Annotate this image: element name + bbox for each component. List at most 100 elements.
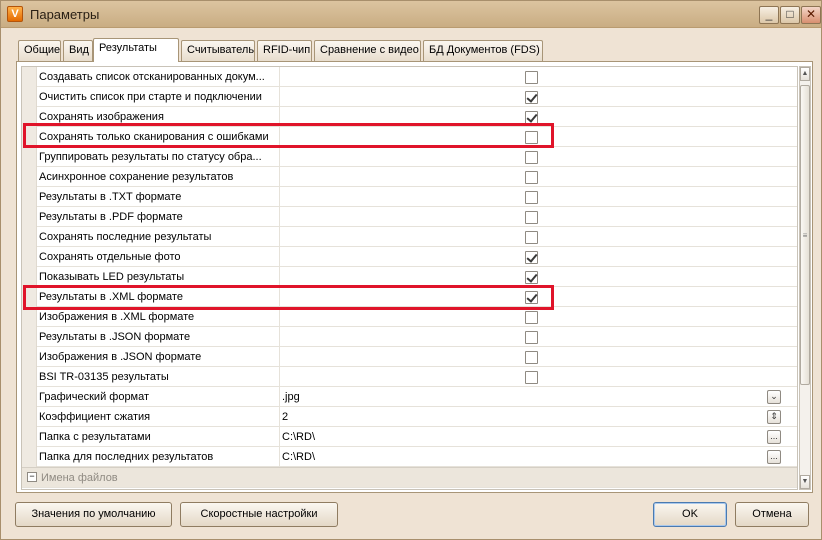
row-gutter [22, 87, 37, 107]
setting-label: Сохранять последние результаты [39, 231, 212, 243]
results-folder-value[interactable]: C:\RD\ [282, 431, 315, 443]
tab-video-compare[interactable]: Сравнение с видео [314, 40, 421, 61]
close-button[interactable]: ✕ [801, 6, 821, 24]
setting-label: BSI TR-03135 результаты [39, 371, 169, 383]
vertical-scrollbar[interactable]: ▲ ≡ ▼ [799, 66, 811, 490]
row-gutter [22, 387, 37, 407]
title-bar[interactable]: V Параметры _ □ ✕ [1, 1, 821, 28]
settings-dialog: V Параметры _ □ ✕ Общие Вид Результаты С… [0, 0, 822, 540]
setting-label: Коэффициент сжатия [39, 411, 151, 423]
setting-row[interactable]: Результаты в .PDF формате [22, 207, 797, 227]
restore-defaults-button[interactable]: Значения по умолчанию [15, 502, 172, 527]
setting-row[interactable]: Изображения в .XML формате [22, 307, 797, 327]
setting-checkbox[interactable] [525, 171, 538, 184]
spinner-icon[interactable]: ⇕ [767, 410, 781, 424]
row-gutter [22, 187, 37, 207]
setting-label: Изображения в .JSON формате [39, 351, 202, 363]
minimize-button[interactable]: _ [759, 6, 779, 24]
setting-label: Сохранять только сканирования с ошибками [39, 131, 269, 143]
ok-button[interactable]: OK [653, 502, 727, 527]
setting-checkbox[interactable] [525, 371, 538, 384]
setting-checkbox[interactable] [525, 311, 538, 324]
setting-label: Группировать результаты по статусу обра.… [39, 151, 262, 163]
row-gutter [22, 167, 37, 187]
setting-checkbox[interactable] [525, 91, 538, 104]
setting-label: Результаты в .JSON формате [39, 331, 191, 343]
row-gutter [22, 267, 37, 287]
maximize-button[interactable]: □ [780, 6, 800, 24]
group-file-names[interactable]: − Имена файлов [22, 467, 797, 487]
setting-label: Показывать LED результаты [39, 271, 185, 283]
setting-row[interactable]: Асинхронное сохранение результатов [22, 167, 797, 187]
setting-row[interactable]: BSI TR-03135 результаты [22, 367, 797, 387]
setting-checkbox[interactable] [525, 211, 538, 224]
tab-rfid-chip[interactable]: RFID-чип [257, 40, 312, 61]
browse-ellipsis-icon[interactable]: ... [767, 430, 781, 444]
speed-settings-button[interactable]: Скоростные настройки [180, 502, 338, 527]
setting-checkbox[interactable] [525, 231, 538, 244]
setting-checkbox[interactable] [525, 331, 538, 344]
row-gutter [22, 107, 37, 127]
browse-ellipsis-icon[interactable]: ... [767, 450, 781, 464]
row-gutter [22, 367, 37, 387]
column-divider [279, 227, 280, 247]
tab-view[interactable]: Вид [63, 40, 93, 61]
setting-row[interactable]: Результаты в .TXT формате [22, 187, 797, 207]
collapse-icon[interactable]: − [27, 472, 37, 482]
image-format-row[interactable]: Графический формат .jpg ⌄ [22, 387, 797, 407]
column-divider [279, 347, 280, 367]
setting-checkbox[interactable] [525, 151, 538, 164]
setting-label: Сохранять изображения [39, 111, 164, 123]
setting-label: Графический формат [39, 391, 150, 403]
setting-row[interactable]: Сохранять только сканирования с ошибками [22, 127, 797, 147]
setting-checkbox[interactable] [525, 111, 538, 124]
tab-general[interactable]: Общие [18, 40, 61, 61]
last-results-folder-row[interactable]: Папка для последних результатов C:\RD\ .… [22, 447, 797, 467]
image-format-value[interactable]: .jpg [282, 391, 300, 403]
tab-results[interactable]: Результаты [93, 38, 179, 62]
results-folder-row[interactable]: Папка с результатами C:\RD\ ... [22, 427, 797, 447]
row-gutter [22, 427, 37, 447]
setting-checkbox[interactable] [525, 291, 538, 304]
setting-row[interactable]: Сохранять последние результаты [22, 227, 797, 247]
row-gutter [22, 227, 37, 247]
setting-checkbox[interactable] [525, 191, 538, 204]
setting-row[interactable]: Очистить список при старте и подключении [22, 87, 797, 107]
row-gutter [22, 307, 37, 327]
scroll-up-icon[interactable]: ▲ [800, 67, 810, 81]
scroll-down-icon[interactable]: ▼ [800, 475, 810, 489]
setting-checkbox[interactable] [525, 71, 538, 84]
tab-document-db[interactable]: БД Документов (FDS) [423, 40, 543, 61]
setting-row[interactable]: Создавать список отсканированных докум..… [22, 67, 797, 87]
setting-label: Очистить список при старте и подключении [39, 91, 262, 103]
compression-value[interactable]: 2 [282, 411, 288, 423]
setting-label: Создавать список отсканированных докум..… [39, 71, 265, 83]
column-divider [279, 307, 280, 327]
compression-row[interactable]: Коэффициент сжатия 2 ⇕ [22, 407, 797, 427]
setting-label: Асинхронное сохранение результатов [39, 171, 234, 183]
column-divider [279, 367, 280, 387]
setting-row[interactable]: Изображения в .JSON формате [22, 347, 797, 367]
tab-reader[interactable]: Считыватель [181, 40, 255, 61]
setting-label: Изображения в .XML формате [39, 311, 195, 323]
setting-row[interactable]: Сохранять изображения [22, 107, 797, 127]
setting-checkbox[interactable] [525, 251, 538, 264]
setting-checkbox[interactable] [525, 271, 538, 284]
setting-label: Папка с результатами [39, 431, 151, 443]
chevron-down-icon[interactable]: ⌄ [767, 390, 781, 404]
setting-row[interactable]: Показывать LED результаты [22, 267, 797, 287]
column-divider [279, 127, 280, 147]
group-label: Имена файлов [41, 472, 118, 484]
row-gutter [22, 327, 37, 347]
row-gutter [22, 407, 37, 427]
setting-row[interactable]: Группировать результаты по статусу обра.… [22, 147, 797, 167]
cancel-button[interactable]: Отмена [735, 502, 809, 527]
column-divider [279, 207, 280, 227]
setting-row[interactable]: Сохранять отдельные фото [22, 247, 797, 267]
setting-row[interactable]: Результаты в .XML формате [22, 287, 797, 307]
setting-row[interactable]: Результаты в .JSON формате [22, 327, 797, 347]
setting-checkbox[interactable] [525, 131, 538, 144]
last-results-folder-value[interactable]: C:\RD\ [282, 451, 315, 463]
scroll-thumb[interactable]: ≡ [800, 85, 810, 385]
setting-checkbox[interactable] [525, 351, 538, 364]
